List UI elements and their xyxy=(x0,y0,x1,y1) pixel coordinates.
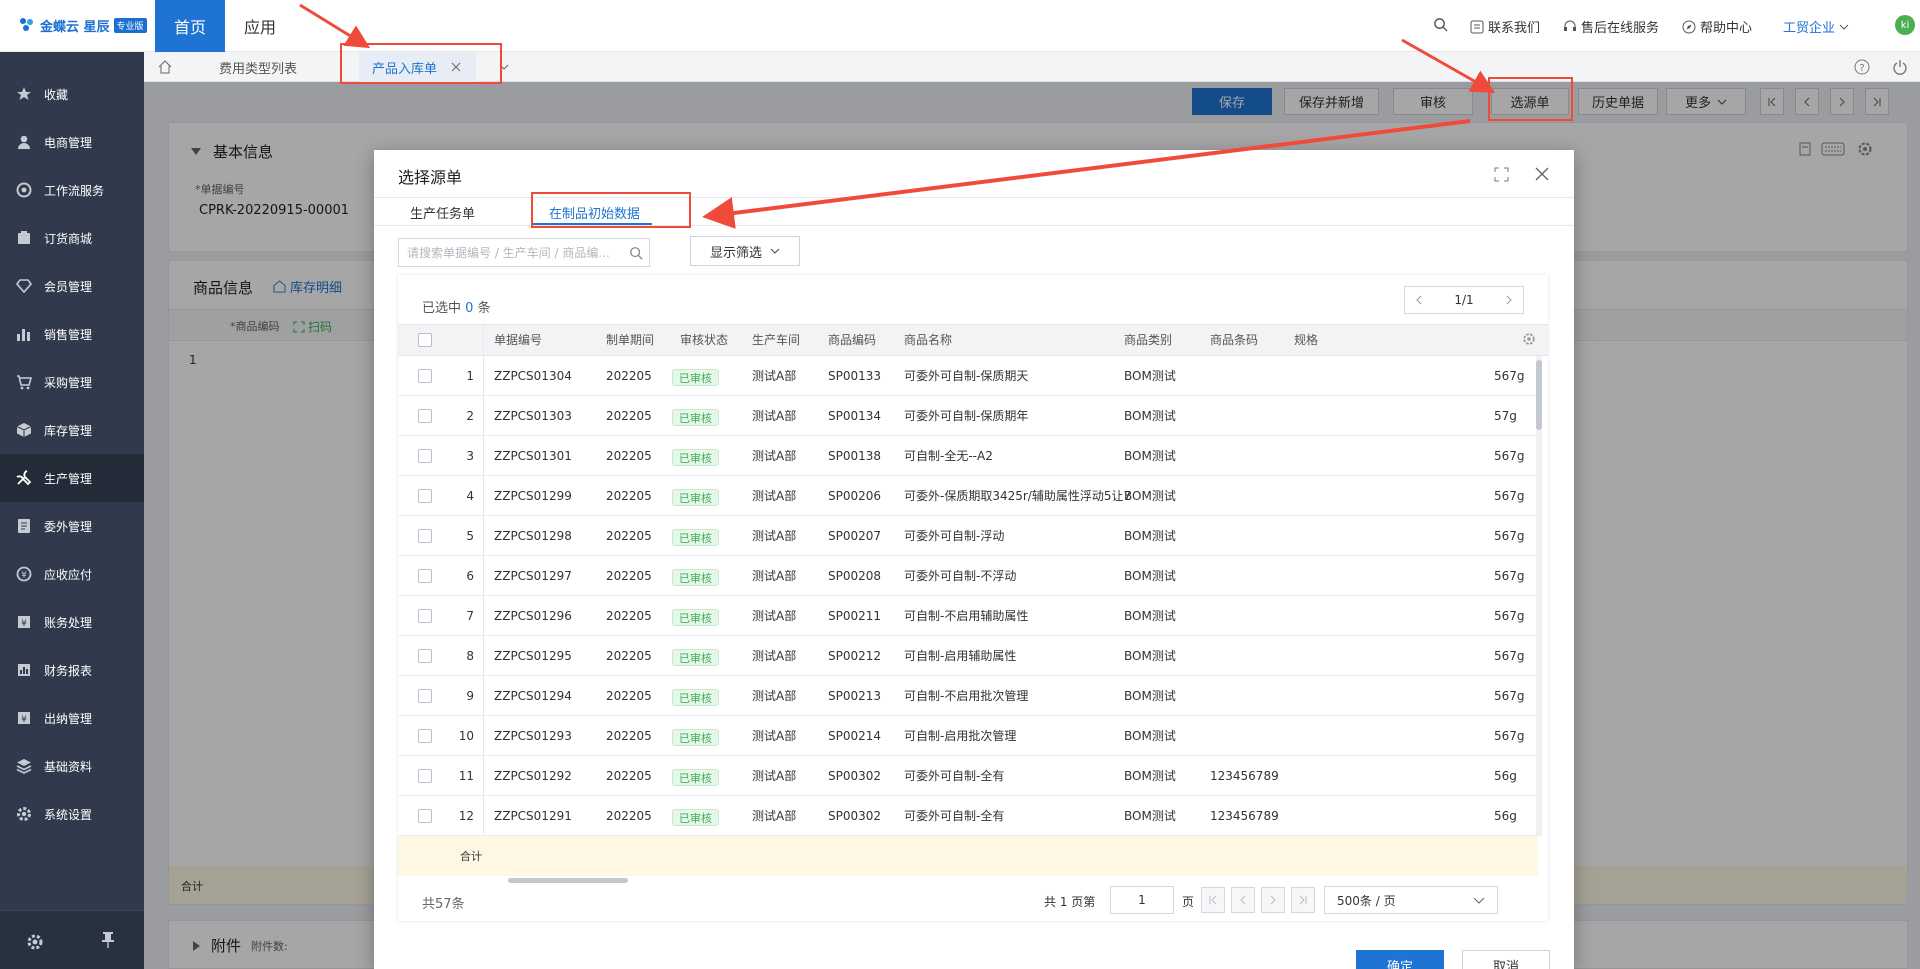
annotation-arrows xyxy=(299,3,1496,229)
